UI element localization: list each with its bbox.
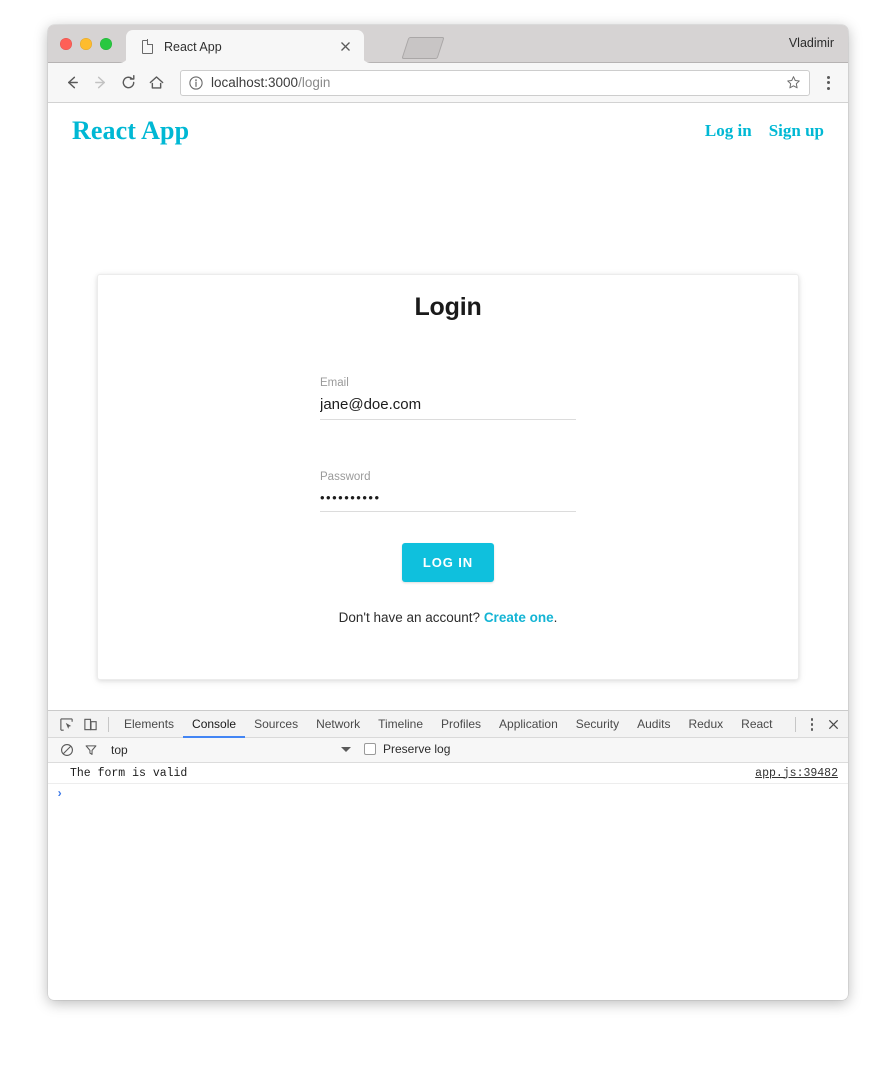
password-field[interactable]	[320, 490, 576, 512]
email-field-label: Email	[320, 377, 349, 389]
browser-window: React App Vladimir localhost:3000/login	[48, 25, 848, 1000]
chevron-down-icon[interactable]	[341, 747, 351, 752]
tab-network[interactable]: Network	[307, 711, 369, 738]
tab-profiles[interactable]: Profiles	[432, 711, 490, 738]
tab-audits[interactable]: Audits	[628, 711, 679, 738]
console-source-link[interactable]: app.js:39482	[755, 767, 838, 780]
devtools-tab-list: Elements Console Sources Network Timelin…	[115, 711, 782, 738]
page-viewport: React App Log in Sign up Login Email Pas…	[48, 103, 848, 855]
divider	[108, 716, 109, 732]
login-card: Login Email Password LOG IN Don't have a…	[97, 274, 799, 680]
tab-application[interactable]: Application	[490, 711, 567, 738]
close-icon[interactable]	[822, 711, 844, 738]
preserve-log-checkbox[interactable]	[364, 743, 376, 755]
tab-sources[interactable]: Sources	[245, 711, 307, 738]
reload-icon[interactable]	[114, 69, 142, 97]
profile-name[interactable]: Vladimir	[789, 36, 834, 50]
tab-timeline[interactable]: Timeline	[369, 711, 432, 738]
login-form: Email Password LOG IN Don't have an acco…	[320, 377, 576, 625]
nav-link-log-in[interactable]: Log in	[705, 121, 752, 141]
password-field-label: Password	[320, 471, 371, 483]
star-icon[interactable]	[786, 75, 801, 90]
preserve-log-toggle[interactable]: Preserve log	[364, 742, 450, 756]
kebab-menu-icon[interactable]	[802, 711, 822, 738]
close-window-button[interactable]	[60, 38, 72, 50]
console-prompt[interactable]: ›	[48, 784, 848, 804]
devtools-tabbar-actions	[789, 711, 844, 738]
nav-link-sign-up[interactable]: Sign up	[769, 121, 824, 141]
device-toolbar-icon[interactable]	[78, 712, 102, 736]
devtools-tabbar: Elements Console Sources Network Timelin…	[48, 711, 848, 738]
chevron-right-icon: ›	[56, 787, 64, 801]
console-message-text: The form is valid	[70, 766, 188, 780]
signup-prompt-suffix: .	[553, 610, 558, 625]
window-traffic-lights	[60, 38, 112, 50]
tab-redux[interactable]: Redux	[679, 711, 732, 738]
preserve-log-label: Preserve log	[383, 742, 451, 756]
home-icon[interactable]	[142, 69, 170, 97]
minimize-window-button[interactable]	[80, 38, 92, 50]
url-path: /login	[298, 75, 331, 90]
console-message: The form is valid app.js:39482	[48, 763, 848, 784]
new-tab-icon[interactable]	[401, 37, 445, 59]
browser-tab-strip: React App Vladimir	[48, 25, 848, 63]
create-account-link[interactable]: Create one	[484, 610, 554, 625]
page-title: Login	[414, 293, 482, 321]
password-field-group: Password	[320, 471, 576, 512]
browser-tab-title: React App	[164, 39, 222, 54]
maximize-window-button[interactable]	[100, 38, 112, 50]
tab-console[interactable]: Console	[183, 711, 245, 738]
clear-console-icon[interactable]	[55, 738, 79, 762]
divider	[795, 717, 796, 732]
kebab-menu-icon[interactable]	[818, 70, 838, 96]
address-bar-url: localhost:3000/login	[211, 75, 786, 90]
info-circle-icon[interactable]	[189, 75, 203, 90]
tab-react[interactable]: React	[732, 711, 781, 738]
tab-security[interactable]: Security	[567, 711, 628, 738]
email-field[interactable]	[320, 396, 576, 420]
back-arrow-icon[interactable]	[58, 69, 86, 97]
app-navbar: React App Log in Sign up	[48, 103, 848, 158]
console-context-select[interactable]: top	[111, 743, 296, 757]
console-output: The form is valid app.js:39482 ›	[48, 763, 848, 804]
forward-arrow-icon	[86, 69, 114, 97]
signup-prompt: Don't have an account? Create one.	[320, 610, 576, 625]
email-field-group: Email	[320, 377, 576, 420]
close-icon[interactable]	[339, 40, 352, 53]
devtools-panel: Elements Console Sources Network Timelin…	[48, 710, 848, 855]
login-button[interactable]: LOG IN	[401, 543, 495, 582]
app-brand[interactable]: React App	[72, 116, 189, 146]
filter-funnel-icon[interactable]	[79, 738, 103, 762]
page-icon	[142, 39, 154, 54]
url-host: localhost:3000	[211, 75, 299, 90]
app-nav-links: Log in Sign up	[705, 121, 824, 141]
console-filter-bar: top Preserve log	[48, 738, 848, 763]
inspect-element-icon[interactable]	[54, 712, 78, 736]
browser-toolbar: localhost:3000/login	[48, 63, 848, 103]
browser-tab[interactable]: React App	[126, 30, 364, 63]
signup-prompt-text: Don't have an account?	[338, 610, 484, 625]
tab-elements[interactable]: Elements	[115, 711, 183, 738]
address-bar[interactable]: localhost:3000/login	[180, 69, 810, 96]
